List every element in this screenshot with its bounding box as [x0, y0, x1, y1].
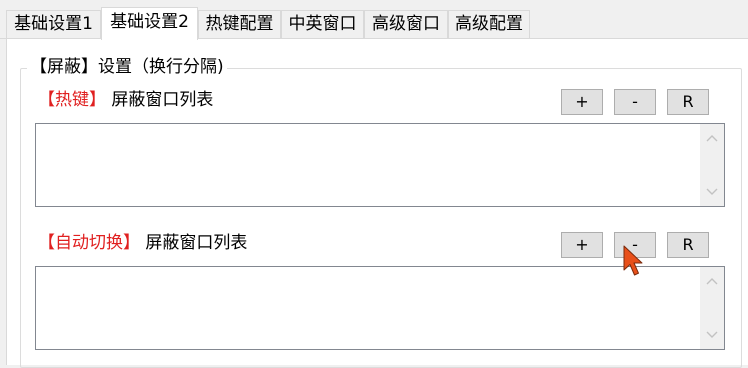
tab-cn-en-window[interactable]: 中英窗口	[281, 10, 364, 38]
group-title: 【屏蔽】设置（换行分隔)	[27, 56, 227, 78]
hotkey-list-label: 屏蔽窗口列表	[111, 90, 214, 110]
tab-strip: 基础设置1 基础设置2 热键配置 中英窗口 高级窗口 高级配置	[0, 0, 748, 40]
hotkey-reset-button[interactable]: R	[667, 89, 709, 115]
chevron-up-icon	[706, 278, 718, 285]
chevron-down-icon	[706, 331, 718, 338]
hotkey-section-label: 【热键】 屏蔽窗口列表	[38, 89, 213, 111]
hotkey-add-button[interactable]: +	[561, 89, 603, 115]
hotkey-window-list[interactable]	[35, 123, 725, 207]
auto-switch-list-scrollbar[interactable]	[700, 267, 724, 349]
auto-switch-add-button[interactable]: +	[561, 232, 603, 258]
hotkey-remove-button[interactable]: -	[614, 89, 656, 115]
auto-switch-section-label: 【自动切换】 屏蔽窗口列表	[38, 232, 247, 254]
auto-switch-list-label: 屏蔽窗口列表	[145, 233, 248, 253]
hotkey-scroll-down-button[interactable]	[700, 182, 724, 204]
tab-basic-settings-2[interactable]: 基础设置2	[101, 7, 198, 40]
auto-switch-reset-button[interactable]: R	[667, 232, 709, 258]
hotkey-tag: 【热键】	[38, 90, 106, 110]
tab-advanced-config[interactable]: 高级配置	[448, 10, 530, 38]
auto-switch-scroll-up-button[interactable]	[700, 271, 724, 293]
chevron-down-icon	[706, 188, 718, 195]
tab-advanced-window[interactable]: 高级窗口	[364, 10, 448, 38]
mouse-pointer-icon	[623, 245, 643, 276]
chevron-up-icon	[706, 135, 718, 142]
hotkey-list-scrollbar[interactable]	[700, 124, 724, 206]
auto-switch-tag: 【自动切换】	[38, 233, 140, 253]
tab-basic-settings-1[interactable]: 基础设置1	[6, 10, 101, 38]
tab-hotkey-config[interactable]: 热键配置	[198, 10, 281, 38]
auto-switch-window-list[interactable]	[35, 266, 725, 350]
auto-switch-scroll-down-button[interactable]	[700, 325, 724, 347]
hotkey-scroll-up-button[interactable]	[700, 128, 724, 150]
